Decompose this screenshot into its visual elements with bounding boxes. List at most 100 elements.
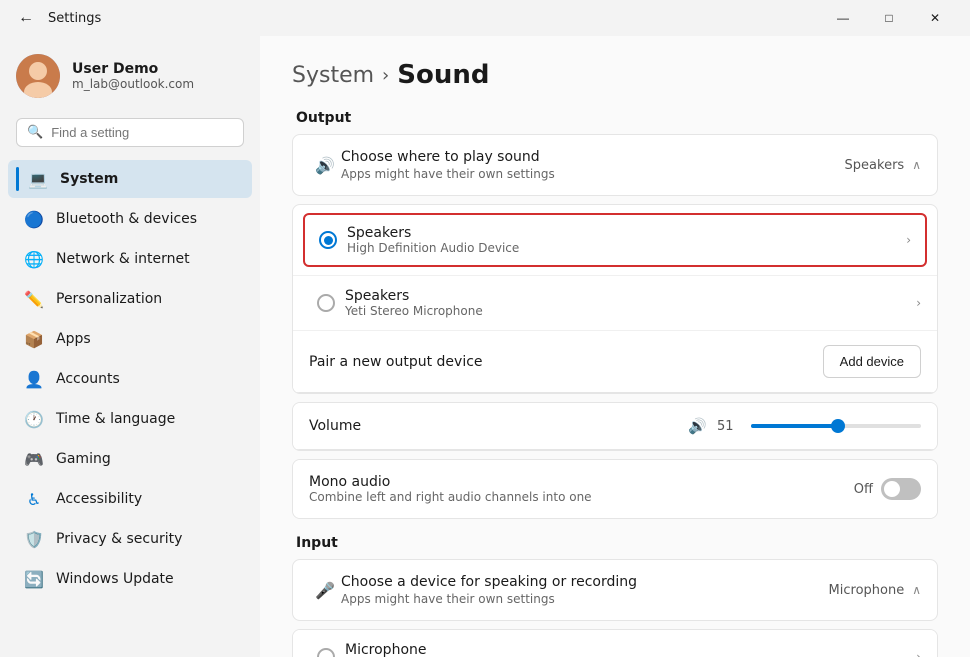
sidebar-item-privacy[interactable]: 🛡️ Privacy & security xyxy=(8,520,252,558)
mic-input-icon: 🎤 xyxy=(309,581,341,600)
sidebar-item-apps[interactable]: 📦 Apps xyxy=(8,320,252,358)
sidebar-item-personalization[interactable]: ✏️ Personalization xyxy=(8,280,252,318)
search-input[interactable] xyxy=(51,125,233,140)
mono-toggle-wrapper: Off xyxy=(854,478,921,500)
speaker-yeti-chevron: › xyxy=(916,296,921,310)
volume-value: 51 xyxy=(717,419,741,434)
personalization-icon: ✏️ xyxy=(24,289,44,309)
sidebar-label-system: System xyxy=(60,171,118,187)
sidebar-item-system[interactable]: 💻 System xyxy=(8,160,252,198)
system-icon: 💻 xyxy=(28,169,48,189)
choose-input-content: Choose a device for speaking or recordin… xyxy=(341,574,829,606)
mono-toggle[interactable] xyxy=(881,478,921,500)
speaker-yeti-subtitle: Yeti Stereo Microphone xyxy=(345,304,916,318)
microphone-options-card: Microphone High Definition Audio Device … xyxy=(292,629,938,657)
microphone-hd-chevron: › xyxy=(916,650,921,657)
sidebar-item-time[interactable]: 🕐 Time & language xyxy=(8,400,252,438)
sidebar-label-time: Time & language xyxy=(56,411,175,427)
mono-content: Mono audio Combine left and right audio … xyxy=(309,474,854,504)
choose-input-right: Microphone ∧ xyxy=(829,583,921,598)
accessibility-icon: ♿ xyxy=(24,489,44,509)
sidebar-label-bluetooth: Bluetooth & devices xyxy=(56,211,197,227)
user-email: m_lab@outlook.com xyxy=(72,77,194,91)
sidebar: User Demo m_lab@outlook.com 🔍 💻 System 🔵… xyxy=(0,36,260,657)
search-icon: 🔍 xyxy=(27,125,43,140)
active-indicator xyxy=(16,167,19,191)
input-section-title: Input xyxy=(292,535,938,551)
volume-slider-track[interactable] xyxy=(751,424,921,428)
accounts-icon: 👤 xyxy=(24,369,44,389)
privacy-icon: 🛡️ xyxy=(24,529,44,549)
volume-label: Volume xyxy=(309,418,361,434)
speaker-yeti-option[interactable]: Speakers Yeti Stereo Microphone › xyxy=(293,275,937,330)
speaker-yeti-info: Speakers Yeti Stereo Microphone xyxy=(345,288,916,318)
sidebar-item-accounts[interactable]: 👤 Accounts xyxy=(8,360,252,398)
sidebar-item-accessibility[interactable]: ♿ Accessibility xyxy=(8,480,252,518)
mono-row: Mono audio Combine left and right audio … xyxy=(293,460,937,518)
choose-output-right: Speakers ∧ xyxy=(845,158,921,173)
choose-output-card: 🔊 Choose where to play sound Apps might … xyxy=(292,134,938,196)
choose-input-value: Microphone xyxy=(829,583,905,598)
sidebar-label-gaming: Gaming xyxy=(56,451,111,467)
sidebar-label-apps: Apps xyxy=(56,331,91,347)
speaker-options-card: Speakers High Definition Audio Device › … xyxy=(292,204,938,394)
minimize-button[interactable]: — xyxy=(820,2,866,34)
volume-icon: 🔊 xyxy=(688,417,707,435)
microphone-hd-info: Microphone High Definition Audio Device xyxy=(345,642,916,657)
sidebar-item-bluetooth[interactable]: 🔵 Bluetooth & devices xyxy=(8,200,252,238)
breadcrumb: System › Sound xyxy=(292,60,938,90)
choose-output-subtitle: Apps might have their own settings xyxy=(341,167,845,181)
bluetooth-icon: 🔵 xyxy=(24,209,44,229)
sidebar-item-update[interactable]: 🔄 Windows Update xyxy=(8,560,252,598)
input-section: Input 🎤 Choose a device for speaking or … xyxy=(292,535,938,657)
microphone-hd-option[interactable]: Microphone High Definition Audio Device … xyxy=(293,630,937,657)
search-box[interactable]: 🔍 xyxy=(16,118,244,147)
speaker-yeti-name: Speakers xyxy=(345,288,916,304)
sidebar-label-accounts: Accounts xyxy=(56,371,120,387)
pair-output-label: Pair a new output device xyxy=(309,354,823,370)
speaker-hd-subtitle: High Definition Audio Device xyxy=(347,241,906,255)
network-icon: 🌐 xyxy=(24,249,44,269)
breadcrumb-system: System xyxy=(292,63,374,88)
sidebar-label-personalization: Personalization xyxy=(56,291,162,307)
user-name: User Demo xyxy=(72,61,194,77)
choose-output-row[interactable]: 🔊 Choose where to play sound Apps might … xyxy=(293,135,937,195)
volume-slider-thumb[interactable] xyxy=(831,419,845,433)
speaker-hd-chevron: › xyxy=(906,233,911,247)
pair-output-row: Pair a new output device Add device xyxy=(293,330,937,393)
mono-audio-card: Mono audio Combine left and right audio … xyxy=(292,459,938,519)
add-output-device-button[interactable]: Add device xyxy=(823,345,921,378)
nav-system-wrapper: 💻 System xyxy=(0,159,260,199)
back-button[interactable]: ← xyxy=(12,7,40,29)
input-chevron-up-icon: ∧ xyxy=(912,583,921,597)
content-area: System › Sound Output 🔊 Choose where to … xyxy=(260,36,970,657)
choose-output-content: Choose where to play sound Apps might ha… xyxy=(341,149,845,181)
volume-row: Volume 🔊 51 xyxy=(293,403,937,450)
speaker-yeti-radio xyxy=(317,294,335,312)
choose-input-subtitle: Apps might have their own settings xyxy=(341,592,829,606)
update-icon: 🔄 xyxy=(24,569,44,589)
sidebar-label-update: Windows Update xyxy=(56,571,174,587)
breadcrumb-page: Sound xyxy=(397,60,489,90)
choose-output-value: Speakers xyxy=(845,158,905,173)
close-button[interactable]: ✕ xyxy=(912,2,958,34)
speaker-hd-option[interactable]: Speakers High Definition Audio Device › xyxy=(303,213,927,267)
user-section[interactable]: User Demo m_lab@outlook.com xyxy=(0,44,260,114)
sidebar-item-network[interactable]: 🌐 Network & internet xyxy=(8,240,252,278)
choose-input-card: 🎤 Choose a device for speaking or record… xyxy=(292,559,938,621)
sidebar-item-gaming[interactable]: 🎮 Gaming xyxy=(8,440,252,478)
speaker-hd-name: Speakers xyxy=(347,225,906,241)
title-bar: ← Settings — □ ✕ xyxy=(0,0,970,36)
choose-input-row[interactable]: 🎤 Choose a device for speaking or record… xyxy=(293,560,937,620)
gaming-icon: 🎮 xyxy=(24,449,44,469)
maximize-button[interactable]: □ xyxy=(866,2,912,34)
sidebar-label-accessibility: Accessibility xyxy=(56,491,142,507)
sidebar-label-network: Network & internet xyxy=(56,251,190,267)
volume-card: Volume 🔊 51 xyxy=(292,402,938,451)
mono-toggle-label: Off xyxy=(854,482,873,497)
speaker-output-icon: 🔊 xyxy=(309,156,341,175)
microphone-hd-radio xyxy=(317,648,335,657)
time-icon: 🕐 xyxy=(24,409,44,429)
speaker-hd-info: Speakers High Definition Audio Device xyxy=(347,225,906,255)
mono-subtitle: Combine left and right audio channels in… xyxy=(309,490,854,504)
